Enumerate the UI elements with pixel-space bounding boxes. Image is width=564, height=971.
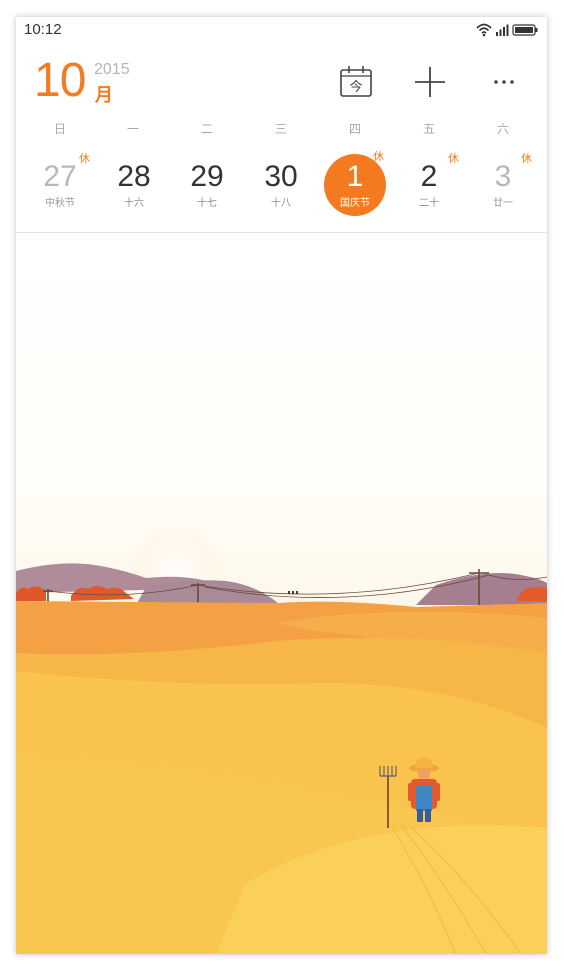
status-bar: 10:12 bbox=[16, 17, 547, 43]
autumn-field-illustration bbox=[16, 233, 547, 954]
lunar-date: 国庆节 bbox=[340, 198, 370, 209]
status-time: 10:12 bbox=[24, 21, 62, 38]
lunar-date: 廿一 bbox=[493, 198, 513, 209]
battery-icon bbox=[512, 24, 538, 36]
week-dates-row: 27 中秋节 休 28 十六 29 十七 30 十八 1 国庆节 休 2 二十 … bbox=[16, 150, 547, 222]
status-icons bbox=[475, 22, 539, 38]
date-number: 30 bbox=[264, 160, 298, 193]
date-number: 1 bbox=[346, 160, 364, 193]
more-button[interactable] bbox=[484, 62, 524, 102]
more-icon bbox=[494, 80, 514, 84]
lunar-date: 中秋节 bbox=[45, 198, 75, 209]
add-event-button[interactable] bbox=[410, 62, 450, 102]
date-cell-28[interactable]: 28 十六 bbox=[101, 152, 167, 218]
month-unit-label: 月 bbox=[95, 85, 113, 106]
date-cell-2[interactable]: 2 二十 休 bbox=[396, 152, 462, 218]
weekday-header-row: 日 一 二 三 四 五 六 bbox=[16, 120, 547, 140]
weekday-label: 五 bbox=[422, 122, 435, 136]
calendar-app-window: 10:12 10 2015 月 今 日 一 二 三 四 五 六 27 中秋节 休… bbox=[16, 17, 547, 954]
today-icon: 今 bbox=[340, 66, 372, 97]
holiday-badge: 休 bbox=[448, 152, 459, 165]
weekday-label: 二 bbox=[200, 122, 213, 136]
add-icon bbox=[415, 67, 445, 97]
weekday-label: 四 bbox=[348, 122, 361, 136]
date-number: 28 bbox=[117, 160, 151, 193]
lunar-date: 十八 bbox=[271, 198, 291, 209]
date-cell-30[interactable]: 30 十八 bbox=[248, 152, 314, 218]
year-label: 2015 bbox=[94, 61, 130, 78]
date-cell-27[interactable]: 27 中秋节 休 bbox=[27, 152, 93, 218]
birds-on-wire bbox=[288, 591, 298, 594]
month-number: 10 bbox=[34, 54, 86, 107]
date-number: 29 bbox=[190, 160, 224, 193]
lunar-date: 十六 bbox=[124, 198, 144, 209]
wifi-icon bbox=[476, 23, 492, 37]
weekday-label: 六 bbox=[496, 122, 509, 136]
lunar-date: 二十 bbox=[419, 198, 439, 209]
date-cell-29[interactable]: 29 十七 bbox=[174, 152, 240, 218]
date-cell-1-selected[interactable]: 1 国庆节 休 bbox=[322, 150, 388, 218]
lunar-date: 十七 bbox=[197, 198, 217, 209]
weekday-label: 日 bbox=[53, 122, 66, 136]
today-label: 今 bbox=[349, 79, 362, 95]
bush bbox=[16, 586, 46, 601]
date-cell-3[interactable]: 3 廿一 休 bbox=[470, 152, 536, 218]
holiday-badge: 休 bbox=[373, 150, 384, 163]
holiday-badge: 休 bbox=[79, 152, 90, 165]
weekday-label: 三 bbox=[274, 122, 287, 136]
signal-icon bbox=[496, 24, 509, 36]
today-button[interactable]: 今 bbox=[336, 62, 376, 102]
holiday-badge: 休 bbox=[521, 152, 532, 165]
weekday-label: 一 bbox=[126, 122, 139, 136]
